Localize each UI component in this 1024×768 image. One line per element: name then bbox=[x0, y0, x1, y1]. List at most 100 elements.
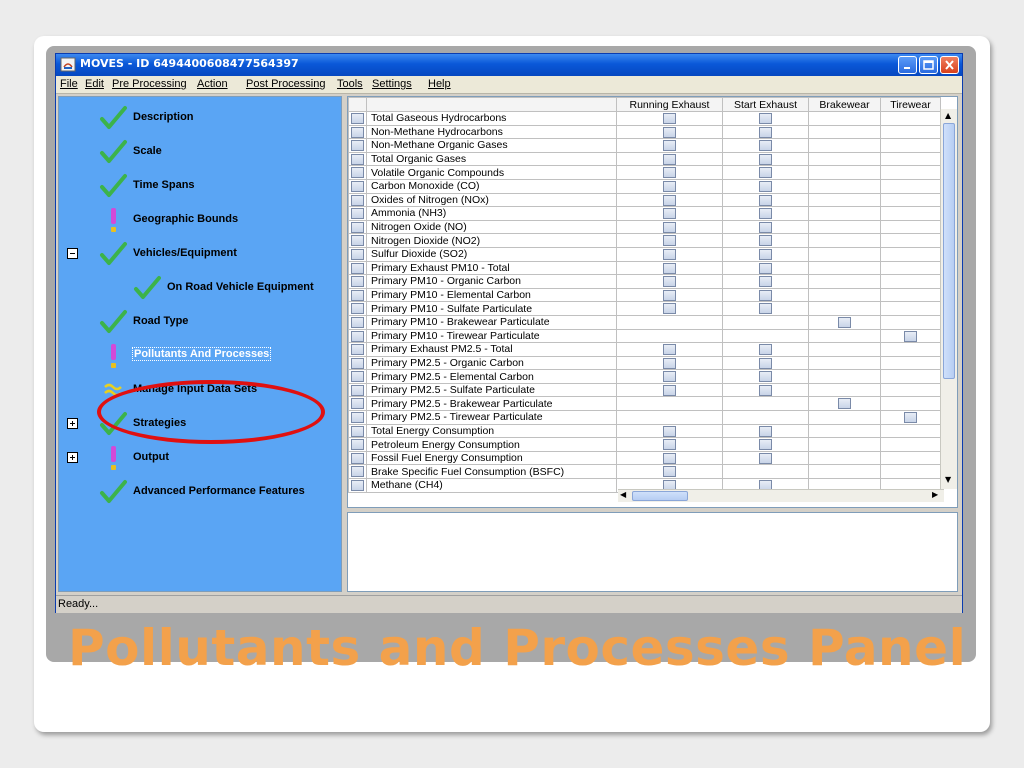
process-checkbox[interactable] bbox=[663, 425, 676, 437]
process-cell[interactable] bbox=[722, 274, 809, 289]
process-cell[interactable] bbox=[616, 423, 723, 439]
row-select-checkbox[interactable] bbox=[348, 274, 367, 289]
process-cell[interactable] bbox=[722, 192, 809, 208]
process-cell[interactable] bbox=[616, 111, 723, 126]
process-checkbox[interactable] bbox=[759, 153, 772, 165]
process-cell[interactable] bbox=[616, 124, 723, 140]
process-cell[interactable] bbox=[616, 287, 723, 303]
process-cell[interactable] bbox=[722, 450, 809, 466]
process-cell[interactable] bbox=[722, 301, 809, 316]
checkbox[interactable] bbox=[351, 248, 364, 260]
process-checkbox[interactable] bbox=[663, 208, 676, 220]
process-cell[interactable] bbox=[616, 206, 723, 221]
process-checkbox[interactable] bbox=[759, 276, 772, 288]
checkbox[interactable] bbox=[351, 303, 364, 315]
process-checkbox[interactable] bbox=[759, 303, 772, 315]
horizontal-scrollbar[interactable]: ◀ ▶ bbox=[618, 489, 944, 502]
process-cell[interactable] bbox=[616, 165, 723, 180]
close-button[interactable] bbox=[940, 56, 959, 74]
process-cell[interactable] bbox=[616, 274, 723, 289]
row-select-checkbox[interactable] bbox=[348, 178, 367, 194]
process-cell[interactable] bbox=[808, 396, 881, 412]
process-cell[interactable] bbox=[722, 138, 809, 153]
row-select-checkbox[interactable] bbox=[348, 410, 367, 425]
process-checkbox[interactable] bbox=[663, 289, 676, 301]
checkbox[interactable] bbox=[351, 439, 364, 451]
row-select-checkbox[interactable] bbox=[348, 111, 367, 126]
process-cell[interactable] bbox=[722, 437, 809, 452]
process-checkbox[interactable] bbox=[759, 425, 772, 437]
process-cell[interactable] bbox=[722, 369, 809, 384]
checkbox[interactable] bbox=[351, 262, 364, 274]
row-select-checkbox[interactable] bbox=[348, 328, 367, 344]
checkbox[interactable] bbox=[351, 425, 364, 437]
process-cell[interactable] bbox=[616, 369, 723, 384]
row-select-checkbox[interactable] bbox=[348, 206, 367, 221]
process-cell[interactable] bbox=[880, 410, 941, 425]
row-select-checkbox[interactable] bbox=[348, 151, 367, 167]
checkbox[interactable] bbox=[351, 480, 364, 492]
process-cell[interactable] bbox=[616, 178, 723, 194]
process-cell[interactable] bbox=[722, 382, 809, 398]
process-checkbox[interactable] bbox=[663, 248, 676, 260]
process-cell[interactable] bbox=[880, 328, 941, 344]
maximize-button[interactable] bbox=[919, 56, 938, 74]
checkbox[interactable] bbox=[351, 208, 364, 220]
column-header-tirewear[interactable]: Tirewear bbox=[880, 97, 941, 112]
checkbox[interactable] bbox=[351, 140, 364, 152]
row-select-checkbox[interactable] bbox=[348, 478, 367, 493]
process-cell[interactable] bbox=[722, 178, 809, 194]
collapse-icon[interactable] bbox=[67, 248, 78, 259]
row-select-checkbox[interactable] bbox=[348, 165, 367, 180]
row-select-checkbox[interactable] bbox=[348, 314, 367, 330]
checkbox[interactable] bbox=[351, 412, 364, 424]
checkbox[interactable] bbox=[351, 126, 364, 138]
process-checkbox[interactable] bbox=[663, 153, 676, 165]
vertical-scrollbar[interactable]: ▲ ▼ bbox=[940, 109, 957, 489]
expand-icon[interactable] bbox=[67, 418, 78, 429]
checkbox[interactable] bbox=[351, 357, 364, 369]
process-checkbox[interactable] bbox=[759, 140, 772, 152]
process-checkbox[interactable] bbox=[663, 303, 676, 315]
checkbox[interactable] bbox=[351, 180, 364, 192]
process-checkbox[interactable] bbox=[663, 194, 676, 206]
checkbox[interactable] bbox=[351, 153, 364, 165]
menu-file[interactable]: File bbox=[60, 78, 78, 90]
menu-pre-processing[interactable]: Pre Processing bbox=[112, 78, 187, 90]
process-cell[interactable] bbox=[808, 314, 881, 330]
process-cell[interactable] bbox=[722, 165, 809, 180]
checkbox[interactable] bbox=[351, 289, 364, 301]
process-cell[interactable] bbox=[722, 423, 809, 439]
checkbox[interactable] bbox=[351, 194, 364, 206]
process-checkbox[interactable] bbox=[663, 262, 676, 274]
process-checkbox[interactable] bbox=[663, 452, 676, 464]
process-cell[interactable] bbox=[722, 260, 809, 276]
process-checkbox[interactable] bbox=[759, 113, 772, 125]
process-checkbox[interactable] bbox=[759, 235, 772, 247]
window-titlebar[interactable]: MOVES - ID 6494400608477564397 bbox=[56, 54, 962, 76]
row-select-checkbox[interactable] bbox=[348, 301, 367, 316]
process-cell[interactable] bbox=[616, 138, 723, 153]
process-cell[interactable] bbox=[616, 192, 723, 208]
process-checkbox[interactable] bbox=[663, 384, 676, 396]
row-select-checkbox[interactable] bbox=[348, 396, 367, 412]
checkbox[interactable] bbox=[351, 235, 364, 247]
process-checkbox[interactable] bbox=[759, 452, 772, 464]
process-checkbox[interactable] bbox=[759, 208, 772, 220]
checkbox[interactable] bbox=[351, 167, 364, 179]
process-checkbox[interactable] bbox=[759, 167, 772, 179]
vertical-scroll-thumb[interactable] bbox=[943, 123, 955, 379]
process-checkbox[interactable] bbox=[663, 167, 676, 179]
process-cell[interactable] bbox=[616, 355, 723, 371]
checkbox[interactable] bbox=[351, 452, 364, 464]
process-checkbox[interactable] bbox=[759, 262, 772, 274]
row-select-checkbox[interactable] bbox=[348, 260, 367, 276]
process-checkbox[interactable] bbox=[838, 316, 851, 328]
process-cell[interactable] bbox=[722, 219, 809, 235]
process-checkbox[interactable] bbox=[759, 248, 772, 260]
row-select-checkbox[interactable] bbox=[348, 369, 367, 384]
process-cell[interactable] bbox=[722, 206, 809, 221]
scroll-down-icon[interactable]: ▼ bbox=[945, 475, 951, 485]
scroll-up-icon[interactable]: ▲ bbox=[945, 111, 951, 121]
row-select-checkbox[interactable] bbox=[348, 287, 367, 303]
